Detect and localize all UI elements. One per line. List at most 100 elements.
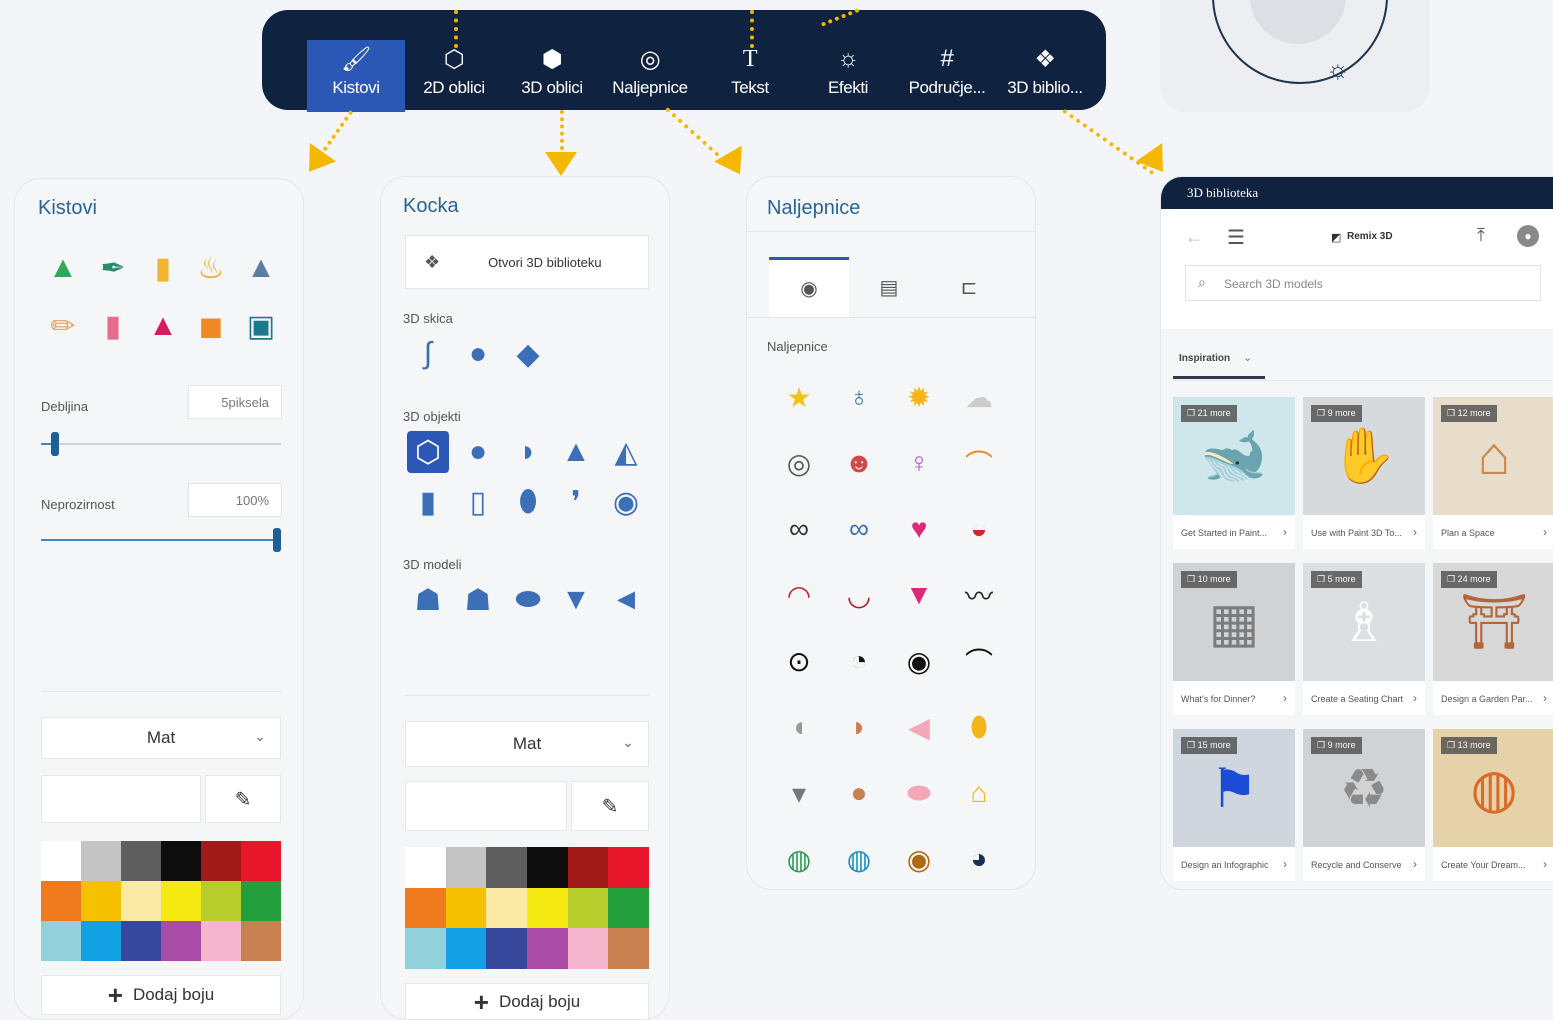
color-swatch[interactable]	[486, 847, 527, 888]
opacity-slider[interactable]	[41, 528, 281, 552]
color-swatch[interactable]	[161, 881, 201, 921]
monster-sticker-icon[interactable]: ☻	[837, 441, 881, 485]
color-swatch[interactable]	[567, 887, 609, 929]
collection-tile[interactable]: 🐋 ❐ 21 more Get Started in Paint... ›	[1173, 397, 1295, 549]
color-swatch[interactable]	[81, 841, 121, 881]
cloud-sticker-icon[interactable]: ☁	[957, 375, 1001, 419]
color-swatch[interactable]	[405, 847, 446, 888]
color-swatch[interactable]	[445, 847, 487, 888]
color-swatch[interactable]	[405, 928, 446, 969]
toolbar-stickers-button[interactable]: ◎ Naljepnice	[601, 40, 699, 112]
watercolor-icon[interactable]: ♨	[191, 245, 231, 291]
toolbar-text-button[interactable]: T Tekst	[701, 40, 799, 112]
man-model-icon[interactable]: ☗	[407, 579, 449, 621]
avatar[interactable]: ●	[1517, 225, 1539, 247]
color-swatch[interactable]	[527, 928, 568, 969]
sunglasses-sticker-icon[interactable]: ∞	[837, 507, 881, 551]
color-swatch[interactable]	[121, 921, 161, 961]
rainbow-sticker-icon[interactable]: ⌒	[957, 441, 1001, 485]
sketch-soft-edge-icon[interactable]: ∫	[407, 333, 449, 375]
sketch-sharp-edge-icon[interactable]: ◆	[507, 333, 549, 375]
color-swatch[interactable]	[527, 887, 568, 929]
pixel-pen-icon[interactable]: ▲	[241, 245, 281, 291]
search-box[interactable]: ⌕ Search 3D models	[1185, 265, 1541, 301]
add-color-button[interactable]: + Dodaj boju	[41, 975, 281, 1015]
cone-icon[interactable]: ▲	[555, 431, 597, 473]
color-swatch[interactable]	[241, 881, 281, 921]
color-swatch[interactable]	[241, 841, 281, 881]
planet-sticker-icon[interactable]: ♁	[837, 375, 881, 419]
collection-tile[interactable]: ▦ ❐ 10 more What's for Dinner? ›	[1173, 563, 1295, 715]
smile-mouth-sticker-icon[interactable]: ◡	[837, 573, 881, 617]
color-swatch[interactable]	[486, 928, 527, 969]
capsule-icon[interactable]: ⬮	[507, 481, 549, 523]
collection-tile[interactable]: ⌂ ❐ 12 more Plan a Space ›	[1433, 397, 1553, 549]
color-swatch[interactable]	[445, 928, 487, 969]
toolbar-2d-shapes-button[interactable]: ⬡ 2D oblici	[405, 40, 503, 112]
color-swatch[interactable]	[201, 921, 241, 961]
oil-brush-icon[interactable]: ▮	[143, 245, 183, 291]
toolbar-3d-library-button[interactable]: ❖ 3D biblio...	[996, 40, 1094, 112]
fish-model-icon[interactable]: ◄	[605, 579, 647, 621]
sphere-icon[interactable]: ●	[457, 431, 499, 473]
color-swatch[interactable]	[161, 841, 201, 881]
open-3d-library-button[interactable]: ❖ Otvori 3D biblioteku	[405, 235, 649, 289]
cat-model-icon[interactable]: ▼	[555, 579, 597, 621]
eye-sticker-icon[interactable]: ⊙	[777, 639, 821, 683]
color-swatch[interactable]	[121, 881, 161, 921]
gray-ear-sticker-icon[interactable]: ◖	[777, 705, 821, 749]
color-swatch[interactable]	[527, 847, 568, 888]
tab-textures[interactable]: ▤	[849, 257, 929, 317]
pink-ear-sticker-icon[interactable]: ◀	[897, 705, 941, 749]
yellow-ear-sticker-icon[interactable]: ⬮	[957, 705, 1001, 749]
eyebrow-sticker-icon[interactable]: ⌒	[957, 639, 1001, 683]
color-swatch[interactable]	[608, 887, 649, 929]
dog-ear-sticker-icon[interactable]: ◗	[837, 705, 881, 749]
side-eye-sticker-icon[interactable]: ◕	[957, 837, 1001, 881]
eraser-icon[interactable]: ▮	[93, 303, 133, 349]
color-swatch[interactable]	[161, 921, 201, 961]
color-swatch[interactable]	[567, 847, 609, 888]
brown-eye-sticker-icon[interactable]: ◉	[897, 837, 941, 881]
collection-tile[interactable]: ♗ ❐ 5 more Create a Seating Chart ›	[1303, 563, 1425, 715]
lips-sticker-icon[interactable]: ◒	[957, 507, 1001, 551]
hemisphere-icon[interactable]: ◗	[507, 431, 549, 473]
color-swatch[interactable]	[81, 921, 121, 961]
eye-up-sticker-icon[interactable]: ◔	[837, 639, 881, 683]
cube-icon[interactable]: ⬡	[407, 431, 449, 473]
menu-icon[interactable]: ☰	[1227, 225, 1245, 250]
tab-stickers[interactable]: ◉	[769, 257, 849, 317]
tongue-sticker-icon[interactable]: ▼	[897, 573, 941, 617]
collection-tile[interactable]: ◍ ❐ 13 more Create Your Dream... ›	[1433, 729, 1553, 881]
pig-nose-sticker-icon[interactable]: ⬬	[897, 771, 941, 815]
color-swatch[interactable]	[241, 921, 281, 961]
slider-thumb[interactable]	[51, 432, 59, 456]
material-dropdown[interactable]: Mat ⌄	[41, 717, 281, 759]
collection-tile[interactable]: ⛩ ❐ 24 more Design a Garden Par... ›	[1433, 563, 1553, 715]
color-swatch[interactable]	[608, 847, 649, 888]
sun-light-icon[interactable]: ☼	[1326, 54, 1350, 85]
dog-model-icon[interactable]: ⬬	[507, 579, 549, 621]
cylinder-icon[interactable]: ▮	[407, 481, 449, 523]
tube-icon[interactable]: ▯	[457, 481, 499, 523]
color-swatch[interactable]	[445, 887, 487, 929]
slider-thumb[interactable]	[273, 528, 281, 552]
cat-nose-sticker-icon[interactable]: ▾	[777, 771, 821, 815]
color-swatch[interactable]	[201, 841, 241, 881]
eyedropper-button[interactable]: ✎	[205, 775, 281, 823]
collection-tile[interactable]: ⚑ ❐ 15 more Design an Infographic ›	[1173, 729, 1295, 881]
donut-icon[interactable]: ◉	[605, 481, 647, 523]
toolbar-canvas-button[interactable]: # Područje...	[898, 40, 996, 112]
collection-tile[interactable]: ♻ ❐ 9 more Recycle and Conserve ›	[1303, 729, 1425, 881]
color-swatch[interactable]	[41, 921, 81, 961]
woman-model-icon[interactable]: ☗	[457, 579, 499, 621]
pencil-icon[interactable]: ✏	[43, 303, 83, 349]
lollipop-sticker-icon[interactable]: ♀	[897, 441, 941, 485]
tab-custom[interactable]: ⊏	[929, 257, 1009, 317]
color-swatch[interactable]	[121, 841, 161, 881]
toolbar-brushes-button[interactable]: 🖌 Kistovi	[307, 40, 405, 112]
add-color-button[interactable]: + Dodaj boju	[405, 983, 649, 1019]
color-swatch[interactable]	[486, 887, 527, 929]
upload-icon[interactable]: ⤒	[1477, 225, 1485, 246]
thickness-field[interactable]: 5piksela	[188, 385, 282, 419]
